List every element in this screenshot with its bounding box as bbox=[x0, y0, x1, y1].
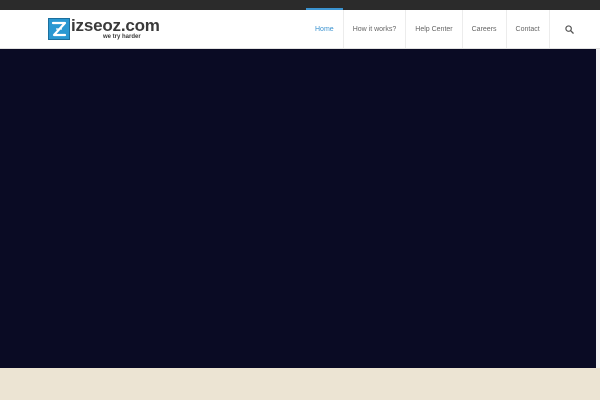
site-header: izseoz.com we try harder Home How it wor… bbox=[0, 8, 600, 49]
hero-section bbox=[0, 49, 596, 368]
logo-name: izseoz.com bbox=[71, 16, 160, 35]
content-band bbox=[0, 368, 600, 400]
logo-tagline: we try harder bbox=[103, 34, 141, 40]
site-logo[interactable]: izseoz.com we try harder bbox=[48, 17, 160, 42]
nav-item-careers[interactable]: Careers bbox=[461, 10, 506, 48]
logo-mark-icon bbox=[48, 18, 70, 40]
search-icon bbox=[564, 24, 574, 34]
side-strip bbox=[596, 49, 600, 368]
nav-item-contact[interactable]: Contact bbox=[505, 10, 549, 48]
search-button[interactable] bbox=[548, 10, 589, 48]
main-navigation: Home How it works? Help Center Careers C… bbox=[306, 8, 589, 48]
nav-item-how-it-works[interactable]: How it works? bbox=[342, 10, 406, 48]
nav-item-home[interactable]: Home bbox=[306, 8, 343, 48]
top-bar bbox=[0, 0, 600, 10]
nav-item-help-center[interactable]: Help Center bbox=[405, 10, 461, 48]
